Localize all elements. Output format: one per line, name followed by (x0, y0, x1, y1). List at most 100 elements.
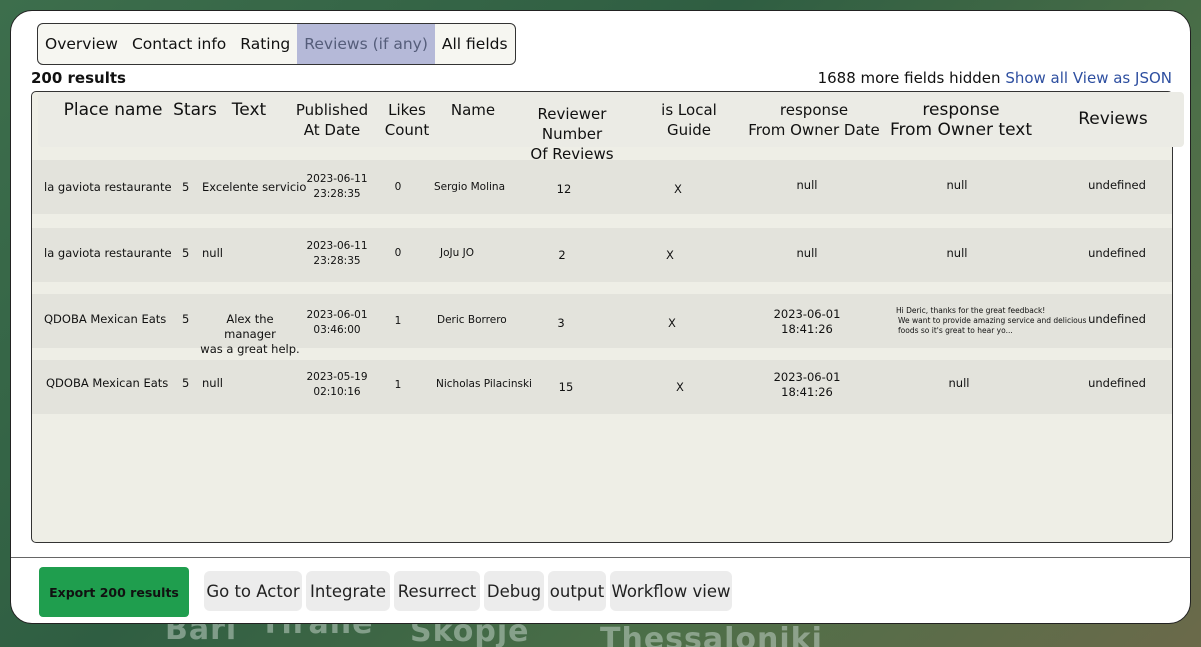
cell-response-date: 2023-06-01 18:41:26 (772, 307, 842, 337)
table-row[interactable]: QDOBA Mexican Eats 5 Alex the manager wa… (32, 294, 1172, 356)
tab-bar: Overview Contact info Rating Reviews (if… (37, 23, 516, 65)
cell-line: 2023-06-11 (306, 240, 368, 252)
cell-name: Nicholas Pilacinski (436, 378, 532, 390)
cell-response-text: null (922, 178, 992, 193)
col-likes-count[interactable]: Likes Count (376, 100, 438, 140)
col-label: Reviewer Number (537, 105, 607, 143)
tab-overview[interactable]: Overview (38, 24, 125, 64)
cell-likes: 1 (394, 315, 402, 327)
cell-stars: 5 (182, 312, 190, 326)
cell-line: null (202, 376, 223, 390)
col-label: From Owner text (890, 120, 1032, 140)
cell-published: 2023-06-11 23:28:35 (302, 239, 372, 269)
cell-line: 2023-06-11 (306, 173, 368, 185)
cell-place-name: QDOBA Mexican Eats (46, 376, 169, 390)
cell-response-date: null (772, 178, 842, 193)
cell-line: 02:10:16 (313, 386, 361, 398)
cell-line: null (948, 376, 970, 390)
cell-local-guide: X (674, 182, 682, 196)
output-button[interactable]: output (548, 571, 606, 611)
tab-all-fields[interactable]: All fields (435, 24, 515, 64)
cell-reviewer-reviews: 3 (557, 316, 565, 330)
col-response-owner-date[interactable]: response From Owner Date (744, 100, 884, 140)
cell-line: null (796, 178, 818, 192)
map-label: Thessaloniki (600, 622, 823, 647)
cell-line: 2023-05-19 (306, 371, 368, 383)
cell-line: 2023-06-01 (306, 309, 368, 321)
col-text[interactable]: Text (224, 100, 274, 120)
cell-text: null (202, 246, 223, 261)
col-label: response (922, 100, 1000, 120)
cell-text: Excelente servicio (202, 180, 306, 195)
cell-likes: 1 (394, 379, 402, 391)
col-name[interactable]: Name (438, 100, 508, 120)
cell-reviews: undefined (1088, 376, 1146, 390)
debug-button[interactable]: Debug (484, 571, 544, 611)
workflow-view-button[interactable]: Workflow view (610, 571, 732, 611)
table-row[interactable]: la gaviota restaurante 5 Excelente servi… (32, 160, 1172, 214)
col-place-name[interactable]: Place name (48, 100, 178, 120)
cell-reviews: undefined (1088, 312, 1146, 326)
col-label: Published (295, 101, 369, 119)
cell-reviews: undefined (1088, 178, 1146, 192)
cell-line: 18:41:26 (781, 322, 833, 336)
col-label: response (779, 101, 849, 119)
resurrect-button[interactable]: Resurrect (394, 571, 480, 611)
tab-contact-info[interactable]: Contact info (125, 24, 233, 64)
cell-stars: 5 (182, 246, 190, 260)
cell-line: 23:28:35 (313, 255, 361, 267)
col-stars[interactable]: Stars (170, 100, 220, 120)
col-published-at-date[interactable]: Published At Date (294, 100, 370, 140)
cell-line: 2023-06-01 (773, 370, 841, 384)
cell-line: null (946, 178, 968, 192)
go-to-actor-button[interactable]: Go to Actor (204, 571, 302, 611)
cell-line: was a great help. (200, 342, 300, 356)
results-table: Place name Stars Text Published At Date … (31, 91, 1184, 543)
table-row[interactable]: la gaviota restaurante 5 null 2023-06-11… (32, 228, 1172, 282)
cell-published: 2023-06-11 23:28:35 (302, 172, 372, 202)
cell-line: 03:46:00 (313, 324, 361, 336)
col-reviews[interactable]: Reviews (1068, 109, 1158, 129)
cell-line: null (202, 246, 223, 260)
col-label: Likes (388, 101, 426, 119)
hidden-fields-text: 1688 more fields hidden (817, 69, 1001, 87)
col-reviewer-number-of-reviews[interactable]: Reviewer Number Of Reviews (506, 104, 638, 164)
cell-line: Hi Deric, thanks for the great feedback! (896, 306, 1046, 315)
cell-reviews: undefined (1088, 246, 1146, 260)
cell-line: null (946, 246, 968, 260)
tab-reviews[interactable]: Reviews (if any) (297, 24, 435, 64)
view-json-link[interactable]: View as JSON (1073, 69, 1172, 87)
cell-line: Excelente servicio (202, 180, 307, 194)
cell-line: foods so it's great to hear yo... (898, 326, 1013, 335)
col-label: Guide (666, 121, 712, 139)
cell-place-name: la gaviota restaurante (44, 180, 172, 194)
cell-text: null (202, 376, 223, 391)
hidden-fields-info: 1688 more fields hidden Show all View as… (818, 69, 1172, 87)
cell-name: Deric Borrero (437, 314, 507, 326)
cell-likes: 0 (394, 247, 402, 259)
show-all-link[interactable]: Show all (1005, 69, 1068, 87)
results-count: 200 results (31, 69, 126, 87)
cell-stars: 5 (182, 180, 190, 194)
col-label: Count (384, 121, 430, 139)
col-response-owner-text[interactable]: response From Owner text (886, 100, 1036, 140)
cell-stars: 5 (182, 376, 190, 390)
table-row[interactable]: QDOBA Mexican Eats 5 null 2023-05-19 02:… (32, 360, 1172, 414)
cell-response-date: null (772, 246, 842, 261)
cell-reviewer-reviews: 2 (558, 248, 566, 262)
cell-likes: 0 (394, 181, 402, 193)
cell-name: Sergio Molina (434, 181, 506, 193)
integrate-button[interactable]: Integrate (306, 571, 390, 611)
cell-response-date: 2023-06-01 18:41:26 (772, 370, 842, 400)
cell-response-text: null (924, 376, 994, 391)
col-label: At Date (303, 121, 361, 139)
cell-response-text: Hi Deric, thanks for the great feedback!… (896, 306, 1096, 336)
cell-line: 18:41:26 (781, 385, 833, 399)
export-results-button[interactable]: Export 200 results (39, 567, 189, 617)
cell-reviewer-reviews: 12 (556, 182, 572, 196)
cell-line: Alex the manager (224, 312, 276, 341)
cell-published: 2023-05-19 02:10:16 (302, 370, 372, 400)
col-is-local-guide[interactable]: is Local Guide (650, 100, 728, 140)
tab-rating[interactable]: Rating (233, 24, 297, 64)
footer-divider (11, 557, 1190, 558)
